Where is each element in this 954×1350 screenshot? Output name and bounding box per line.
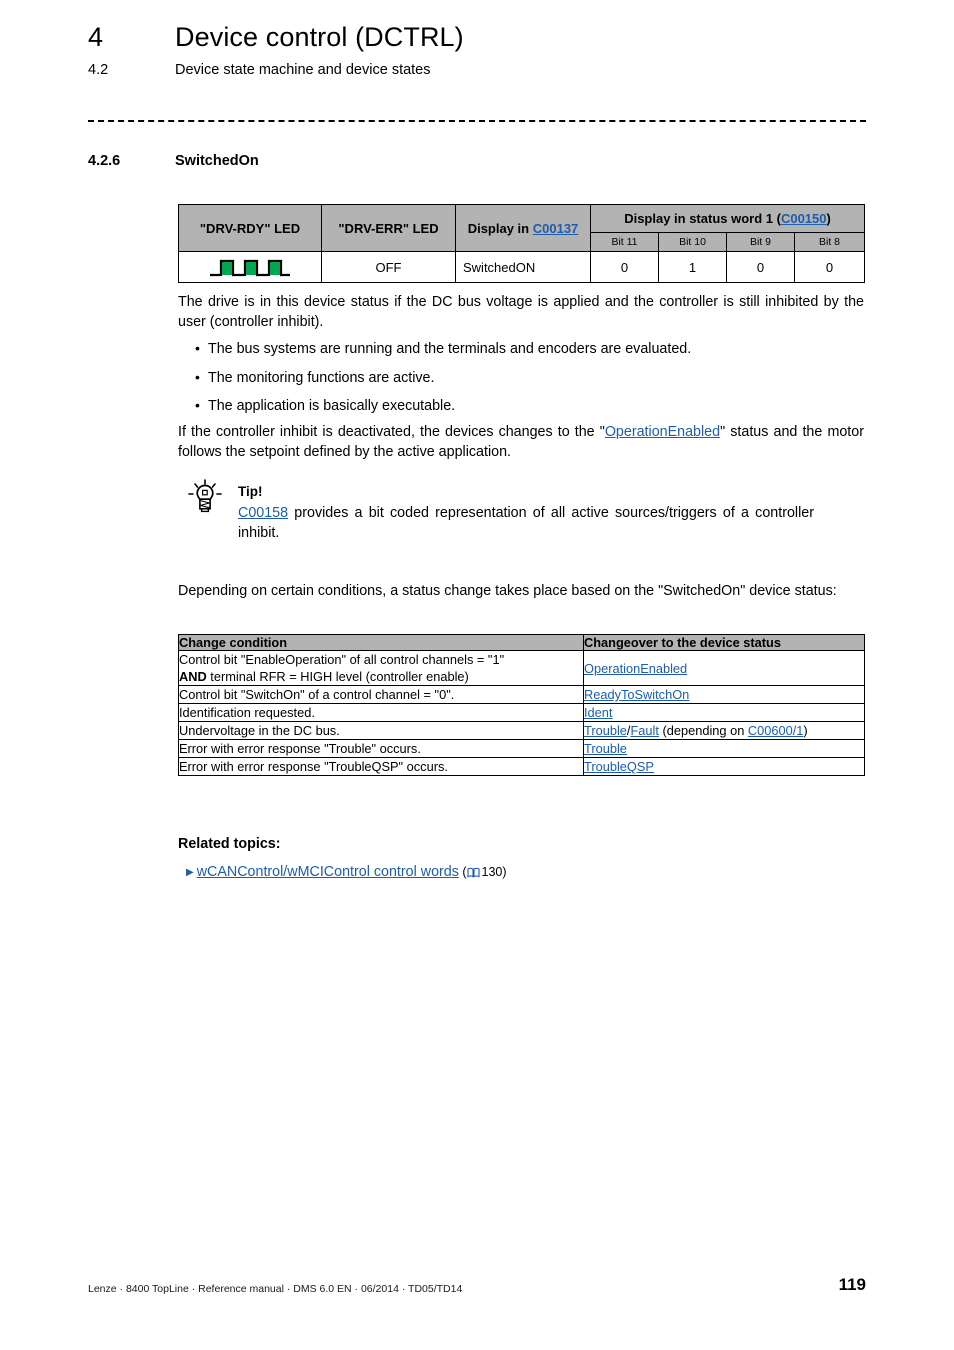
link-wcancontrol-wmcicontrol[interactable]: wCANControl/wMCIControl control words: [197, 864, 459, 880]
link-ident[interactable]: Ident: [584, 705, 612, 720]
condition-line-2: terminal RFR = HIGH level (controller en…: [206, 669, 469, 684]
conditions-paragraph: Depending on certain conditions, a statu…: [178, 583, 837, 599]
tip-text: C00158 provides a bit coded representati…: [186, 504, 814, 543]
link-c00137[interactable]: C00137: [533, 221, 579, 236]
header-chapter-number: 4: [88, 22, 104, 52]
table-row: Error with error response "TroubleQSP" o…: [178, 757, 865, 776]
inhibit-block: If the controller inhibit is deactivated…: [178, 423, 864, 462]
inhibit-paragraph: If the controller inhibit is deactivated…: [178, 423, 864, 462]
feature-bullet-list: The bus systems are running and the term…: [178, 339, 864, 426]
lightbulb-icon: [186, 478, 226, 518]
link-operationenabled[interactable]: OperationEnabled: [584, 661, 687, 676]
conditions-block: Depending on certain conditions, a statu…: [178, 582, 864, 602]
footer-page-number: 119: [838, 1275, 866, 1294]
list-item: The bus systems are running and the term…: [178, 339, 864, 360]
table-header-row: Change condition Changeover to the devic…: [178, 634, 865, 651]
col-bit-9: Bit 9: [726, 232, 795, 252]
link-trouble[interactable]: Trouble: [584, 741, 627, 756]
tip-header: Tip!: [186, 478, 866, 513]
closing-paren: ): [803, 723, 808, 738]
list-item: The application is basically executable.: [178, 396, 864, 417]
cell-condition: Error with error response "Trouble" occu…: [178, 739, 584, 758]
col-changeover-status: Changeover to the device status: [583, 634, 865, 651]
table-row: Undervoltage in the DC bus. Trouble/Faul…: [178, 721, 865, 740]
cell-bit-9: 0: [726, 251, 795, 283]
col-status-word-1: Display in status word 1 (C00150): [589, 204, 866, 233]
inhibit-text-before: If the controller inhibit is deactivated…: [178, 424, 605, 440]
tip-box: Tip! C00158 provides a bit coded represe…: [186, 478, 866, 543]
cell-condition: Control bit "SwitchOn" of a control chan…: [178, 685, 584, 704]
tip-text-rest: provides a bit coded representation of a…: [238, 505, 814, 541]
link-trouble[interactable]: Trouble: [584, 723, 627, 738]
depending-on-text: (depending on: [658, 723, 748, 738]
change-condition-table: Change condition Changeover to the devic…: [178, 634, 865, 776]
cell-condition: Identification requested.: [178, 703, 584, 722]
cell-condition: Undervoltage in the DC bus.: [178, 721, 584, 740]
link-troubleqsp[interactable]: TroubleQSP: [584, 759, 654, 774]
link-c00150[interactable]: C00150: [781, 211, 827, 226]
col-display-c00137: Display in C00137: [455, 204, 591, 252]
cell-changeover: Trouble: [583, 739, 865, 758]
status-word-prefix: Display in status word 1 (: [624, 211, 781, 226]
cell-condition: Control bit "EnableOperation" of all con…: [178, 650, 584, 686]
cell-bit-10: 1: [658, 251, 727, 283]
condition-bold-and: AND: [179, 669, 207, 684]
section-number: 4.2.6: [88, 153, 121, 169]
table-row: Control bit "EnableOperation" of all con…: [178, 650, 865, 686]
status-word-suffix: ): [826, 211, 831, 226]
cell-changeover: ReadyToSwitchOn: [583, 685, 865, 704]
table-row: Control bit "SwitchOn" of a control chan…: [178, 685, 865, 704]
col-display-c00137-prefix: Display in: [467, 220, 533, 236]
intro-paragraph: The drive is in this device status if th…: [178, 294, 864, 330]
cell-drv-rdy-led-pattern: [178, 251, 322, 283]
header-divider: [88, 120, 866, 122]
list-item: The monitoring functions are active.: [178, 368, 864, 389]
table-header-row: "DRV-RDY" LED "DRV-ERR" LED Display in C…: [178, 204, 866, 252]
col-drv-rdy-led: "DRV-RDY" LED: [178, 204, 322, 252]
link-fault[interactable]: Fault: [630, 723, 658, 738]
cell-changeover: Trouble/Fault (depending on C00600/1): [583, 721, 865, 740]
intro-block: The drive is in this device status if th…: [178, 293, 864, 332]
cell-changeover: TroubleQSP: [583, 757, 865, 776]
table-row: Error with error response "Trouble" occu…: [178, 739, 865, 758]
related-topic-item: ▶ wCANControl/wMCIControl control words (…: [186, 864, 507, 881]
table-row: OFF SwitchedON 0 1 0 0: [178, 251, 866, 283]
page-title: SwitchedOn: [175, 153, 259, 169]
cell-bit-11: 0: [590, 251, 659, 283]
document-page: 4 Device control (DCTRL) 4.2 Device stat…: [0, 0, 954, 1350]
col-bit-11: Bit 11: [590, 232, 659, 252]
link-operationenabled[interactable]: OperationEnabled: [605, 424, 720, 440]
cell-changeover: Ident: [583, 703, 865, 722]
related-topics-heading: Related topics:: [178, 836, 281, 852]
cell-drv-err-led: OFF: [321, 251, 456, 283]
page-number-ref: 130: [481, 865, 503, 879]
led-blink-3-pulse-icon: [208, 256, 292, 278]
device-status-table: "DRV-RDY" LED "DRV-ERR" LED Display in C…: [178, 204, 866, 283]
condition-line-1: Control bit "EnableOperation" of all con…: [179, 652, 505, 667]
cell-display-c00137: SwitchedON: [455, 251, 591, 283]
cell-bit-8: 0: [793, 251, 866, 283]
col-bit-10: Bit 10: [658, 232, 727, 252]
tip-label: Tip!: [238, 484, 263, 499]
cell-condition: Error with error response "TroubleQSP" o…: [178, 757, 584, 776]
link-readytoswitchon[interactable]: ReadyToSwitchOn: [584, 687, 689, 702]
footer-text: Lenze · 8400 TopLine · Reference manual …: [88, 1283, 463, 1295]
header-section-number: 4.2: [88, 62, 109, 78]
col-drv-err-led: "DRV-ERR" LED: [321, 204, 456, 252]
header-section-title: Device state machine and device states: [175, 62, 431, 78]
col-bit-8: Bit 8: [793, 232, 866, 252]
header-chapter-title: Device control (DCTRL): [175, 22, 464, 52]
link-c00158[interactable]: C00158: [238, 505, 288, 521]
page-reference: (130): [458, 865, 507, 881]
cell-changeover: OperationEnabled: [583, 650, 865, 686]
col-change-condition: Change condition: [178, 634, 584, 651]
table-row: Identification requested. Ident: [178, 703, 865, 722]
triangle-right-icon: ▶: [186, 867, 194, 878]
link-c00600-1[interactable]: C00600/1: [748, 723, 804, 738]
book-icon: [466, 867, 480, 881]
